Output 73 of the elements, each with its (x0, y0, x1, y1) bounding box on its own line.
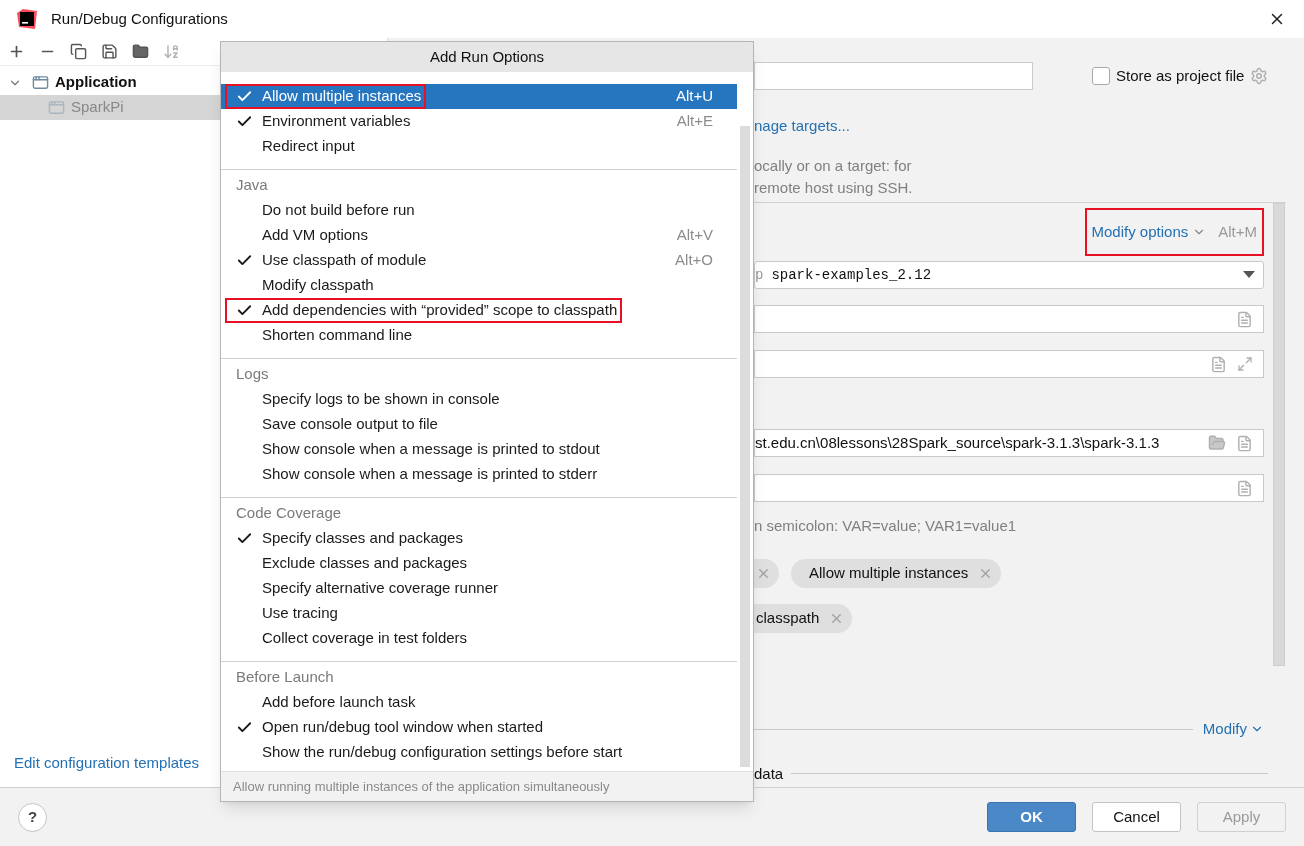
section-header: Logs (235, 364, 270, 385)
menu-item[interactable]: Do not build before run (221, 198, 737, 223)
option-label: Do not build before run (262, 200, 415, 221)
window-title: Run/Debug Configurations (51, 8, 228, 29)
dialog-button[interactable]: Cancel (1092, 802, 1181, 832)
tree-label: SparkPi (71, 97, 124, 118)
option-label: Add before launch task (262, 692, 416, 713)
option-label: Show the run/debug configuration settings before start (262, 742, 623, 763)
option-label: Show console when a message is printed to stdout (262, 439, 600, 460)
field-value: st.edu.cn\08lessons\28Spark_source\spark-3.1.3\spark-3.1.3 (755, 432, 1161, 453)
menu-item[interactable]: Shorten command line (221, 323, 737, 348)
option-chip[interactable]: classpath (754, 604, 853, 633)
menu-item[interactable]: Show console when a message is printed to stdout (221, 437, 737, 462)
dialog-button[interactable]: OK (987, 802, 1076, 832)
checkbox-label: Store as project file (1116, 65, 1245, 86)
option-label: Show console when a message is printed to stderr (262, 464, 598, 485)
input-field[interactable]: st.edu.cn\08lessons\28Spark_source\spark-3.1.3\spark-3.1.3 (754, 429, 1264, 457)
option-label: Add dependencies with “provided” scope to classpath (262, 300, 618, 321)
menu-item[interactable]: Exclude classes and packages (221, 551, 737, 576)
tree-label: Application (55, 72, 137, 93)
menu-item[interactable]: Allow multiple instances Alt+U (221, 84, 737, 109)
menu-item[interactable]: Add before launch task (221, 690, 737, 715)
description-text: remote host using SSH. (754, 178, 914, 198)
menu-item[interactable]: Specify alternative coverage runner (221, 576, 737, 601)
help-button[interactable]: ? (18, 802, 47, 832)
popup-title: Add Run Options (221, 42, 753, 72)
option-label: Modify classpath (262, 275, 374, 296)
option-chip[interactable]: Allow multiple instances (791, 559, 1002, 588)
menu-item[interactable]: Add VM options Alt+V (221, 223, 737, 248)
option-label: Collect coverage in test folders (262, 628, 468, 649)
manage-targets-link[interactable]: nage targets... (754, 117, 1304, 135)
combo-value: spark-examples_2.12 (771, 265, 933, 285)
shortcut-text: Alt+M (1218, 221, 1257, 242)
option-label: Exclude classes and packages (262, 553, 468, 574)
menu-item[interactable]: Show console when a message is printed to stderr (221, 462, 737, 487)
shortcut-text: Alt+V (676, 225, 713, 246)
module-combo[interactable]: p spark-examples_2.12 (754, 261, 1264, 289)
option-label: Specify logs to be shown in console (262, 389, 500, 410)
menu-item[interactable]: Modify classpath (221, 273, 737, 298)
shortcut-text: Alt+U (675, 86, 713, 107)
option-label: Use classpath of module (262, 250, 427, 271)
menu-item[interactable]: Collect coverage in test folders (221, 626, 737, 651)
menu-item[interactable]: Show the run/debug configuration settings before start (221, 740, 737, 765)
menu-item[interactable]: Specify classes and packages (221, 526, 737, 551)
option-label: Use tracing (262, 603, 338, 624)
chip-label: Allow multiple instances (809, 563, 969, 584)
modify-link[interactable]: Modify (1202, 718, 1264, 741)
menu-item[interactable]: Save console output to file (221, 412, 737, 437)
option-label: Specify classes and packages (262, 528, 463, 549)
shortcut-text: Alt+O (675, 250, 713, 271)
option-label: Shorten command line (262, 325, 413, 346)
modify-options-link[interactable]: Modify options (1091, 220, 1207, 244)
option-label: Add VM options (262, 225, 368, 246)
menu-item[interactable]: Use tracing (221, 601, 737, 626)
description-text: ocally or on a target: for (754, 156, 913, 176)
section-label: data (754, 763, 784, 784)
menu-item[interactable]: Specify logs to be shown in console (221, 387, 737, 412)
option-label: Open run/debug tool window when started (262, 717, 543, 738)
option-label: Specify alternative coverage runner (262, 578, 498, 599)
option-label: Save console output to file (262, 414, 438, 435)
combo-prefix: p (755, 265, 764, 285)
option-label: Redirect input (262, 136, 355, 157)
menu-item[interactable]: Open run/debug tool window when started (221, 715, 737, 740)
hint-text: n semicolon: VAR=value; VAR1=value1 (754, 516, 1018, 536)
section-header: Code Coverage (235, 503, 343, 524)
shortcut-text: Alt+E (676, 111, 713, 132)
popup-hint: Allow running multiple instances of the application simultaneously (221, 771, 753, 801)
menu-item[interactable]: Use classpath of module Alt+O (221, 248, 737, 273)
section-header: Before Launch (235, 667, 335, 688)
chip-label: classpath (756, 608, 820, 629)
menu-item[interactable]: Add dependencies with “provided” scope to classpath (221, 298, 737, 323)
section-header: Java (235, 175, 269, 196)
menu-item[interactable]: Redirect input (221, 134, 737, 159)
